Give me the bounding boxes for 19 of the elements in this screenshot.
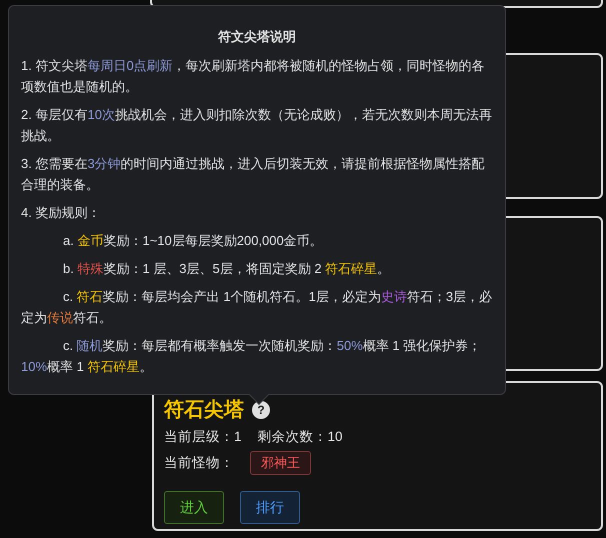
rule-text: b. 特殊奖励：1 层、3层、5层，将固定奖励 2 符石碎星。 (62, 260, 392, 278)
ranking-button[interactable]: 排行 (240, 490, 300, 524)
stat-label: 剩余次数： (258, 428, 328, 446)
rule-text: c. 随机奖励：每层都有概率触发一次随机奖励：50%概率 1 强化保护券； 10%概率 1 符石碎星。 (21, 337, 482, 376)
rule-text: a. 金币奖励：1~10层每层奖励200,000金币。 (62, 232, 324, 250)
rule-text: 4. 奖励规则： (21, 204, 102, 222)
rule-text: 2. 每层仅有10次挑战机会，进入则扣除次数（无论成败），若无次数则本周无法再挑战。 (21, 106, 493, 145)
stat-label: 当前层级： (164, 428, 234, 446)
tooltip-title: 符文尖塔说明 (217, 28, 297, 46)
rule-text: 1. 符文尖塔每周日0点刷新，每次刷新塔内都将被随机的怪物占领，同时怪物的各项数值也是随机的。 (21, 57, 486, 96)
enter-button[interactable]: 进入 (164, 490, 224, 524)
rule-text: 3. 您需要在3分钟的时间内通过挑战，进入后切装无效，请提前根据怪物属性搭配合理的装备。 (21, 155, 486, 194)
help-icon[interactable]: ? (252, 401, 270, 419)
stat-value: 10 (328, 428, 343, 446)
monster-tag: 邪神王 (250, 451, 311, 475)
monster-label: 当前怪物： (164, 454, 234, 472)
card-title: 符石尖塔 (164, 398, 244, 423)
rule-text: c. 符石奖励：每层均会产出 1个随机符石。1层，必定为史诗符石；3层，必定为传说符石。 (21, 288, 493, 327)
stat-value: 1 (234, 428, 242, 446)
